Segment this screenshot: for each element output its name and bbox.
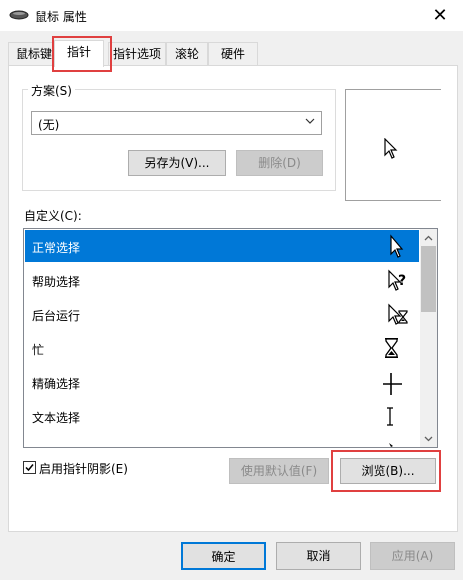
browse-button[interactable]: 浏览(B)... [340, 458, 436, 484]
list-item[interactable]: 忙 [25, 332, 419, 364]
precision-crosshair-cursor-icon [383, 373, 402, 395]
list-item[interactable]: 正常选择 [25, 230, 419, 262]
cursor-list[interactable]: 正常选择 帮助选择 ? 后台运行 忙 精确选择 文本选择 [23, 228, 438, 448]
partial-cursor-icon [389, 443, 393, 447]
list-item-label: 忙 [32, 343, 45, 357]
checkmark-icon [25, 464, 34, 472]
pointer-shadow-label: 启用指针阴影(E) [39, 462, 128, 476]
svg-text:?: ? [398, 273, 406, 289]
title-bar: 鼠标 属性 ✕ [0, 0, 463, 31]
tab-strip: 鼠标键 指针 指针选项 滚轮 硬件 [0, 40, 463, 67]
cancel-button[interactable]: 取消 [276, 542, 361, 570]
scheme-selected-value: (无) [38, 118, 60, 132]
tab-buttons[interactable]: 鼠标键 [8, 42, 60, 65]
use-default-button[interactable]: 使用默认值(F) [229, 458, 329, 484]
list-item-label: 精确选择 [32, 377, 81, 391]
scroll-up-button[interactable] [420, 229, 437, 246]
close-button[interactable]: ✕ [417, 0, 463, 31]
list-item-label: 正常选择 [32, 241, 81, 255]
list-item-label: 后台运行 [32, 309, 81, 323]
list-item-partial[interactable] [25, 434, 419, 447]
tab-wheel[interactable]: 滚轮 [166, 42, 208, 65]
scheme-group-label: 方案(S) [28, 82, 75, 99]
tab-pointers[interactable]: 指针 [54, 40, 104, 67]
save-as-button[interactable]: 另存为(V)... [128, 150, 226, 176]
scroll-down-button[interactable] [420, 430, 437, 447]
tab-hardware[interactable]: 硬件 [208, 42, 258, 65]
list-item[interactable]: 精确选择 [25, 366, 419, 398]
chevron-down-icon [305, 118, 315, 124]
list-item[interactable]: 文本选择 [25, 400, 419, 432]
delete-button[interactable]: 删除(D) [236, 150, 323, 176]
close-icon: ✕ [432, 5, 448, 26]
window-title: 鼠标 属性 [35, 10, 87, 24]
scroll-thumb[interactable] [421, 246, 436, 312]
text-ibeam-cursor-icon [387, 407, 393, 426]
list-item-label: 帮助选择 [32, 275, 81, 289]
arrow-cursor-icon [390, 234, 404, 258]
scheme-dropdown[interactable]: (无) [31, 111, 322, 135]
pointer-shadow-checkbox[interactable] [23, 461, 36, 474]
chevron-up-icon [424, 235, 433, 240]
list-item[interactable]: 帮助选择 ? [25, 264, 419, 296]
ok-button[interactable]: 确定 [181, 542, 266, 570]
chevron-down-icon [424, 436, 433, 441]
tab-pointer-options[interactable]: 指针选项 [108, 42, 166, 65]
cursor-preview [345, 89, 441, 201]
list-item[interactable]: 后台运行 [25, 298, 419, 330]
working-in-background-cursor-icon [388, 303, 408, 325]
preview-arrow-cursor-icon [384, 138, 398, 159]
mouse-app-icon [9, 10, 29, 20]
apply-button[interactable]: 应用(A) [370, 542, 455, 570]
help-cursor-icon: ? [388, 269, 406, 291]
custom-label: 自定义(C): [24, 209, 82, 223]
list-scrollbar[interactable] [420, 229, 437, 447]
list-item-label: 文本选择 [32, 411, 81, 425]
busy-hourglass-cursor-icon [385, 338, 398, 358]
